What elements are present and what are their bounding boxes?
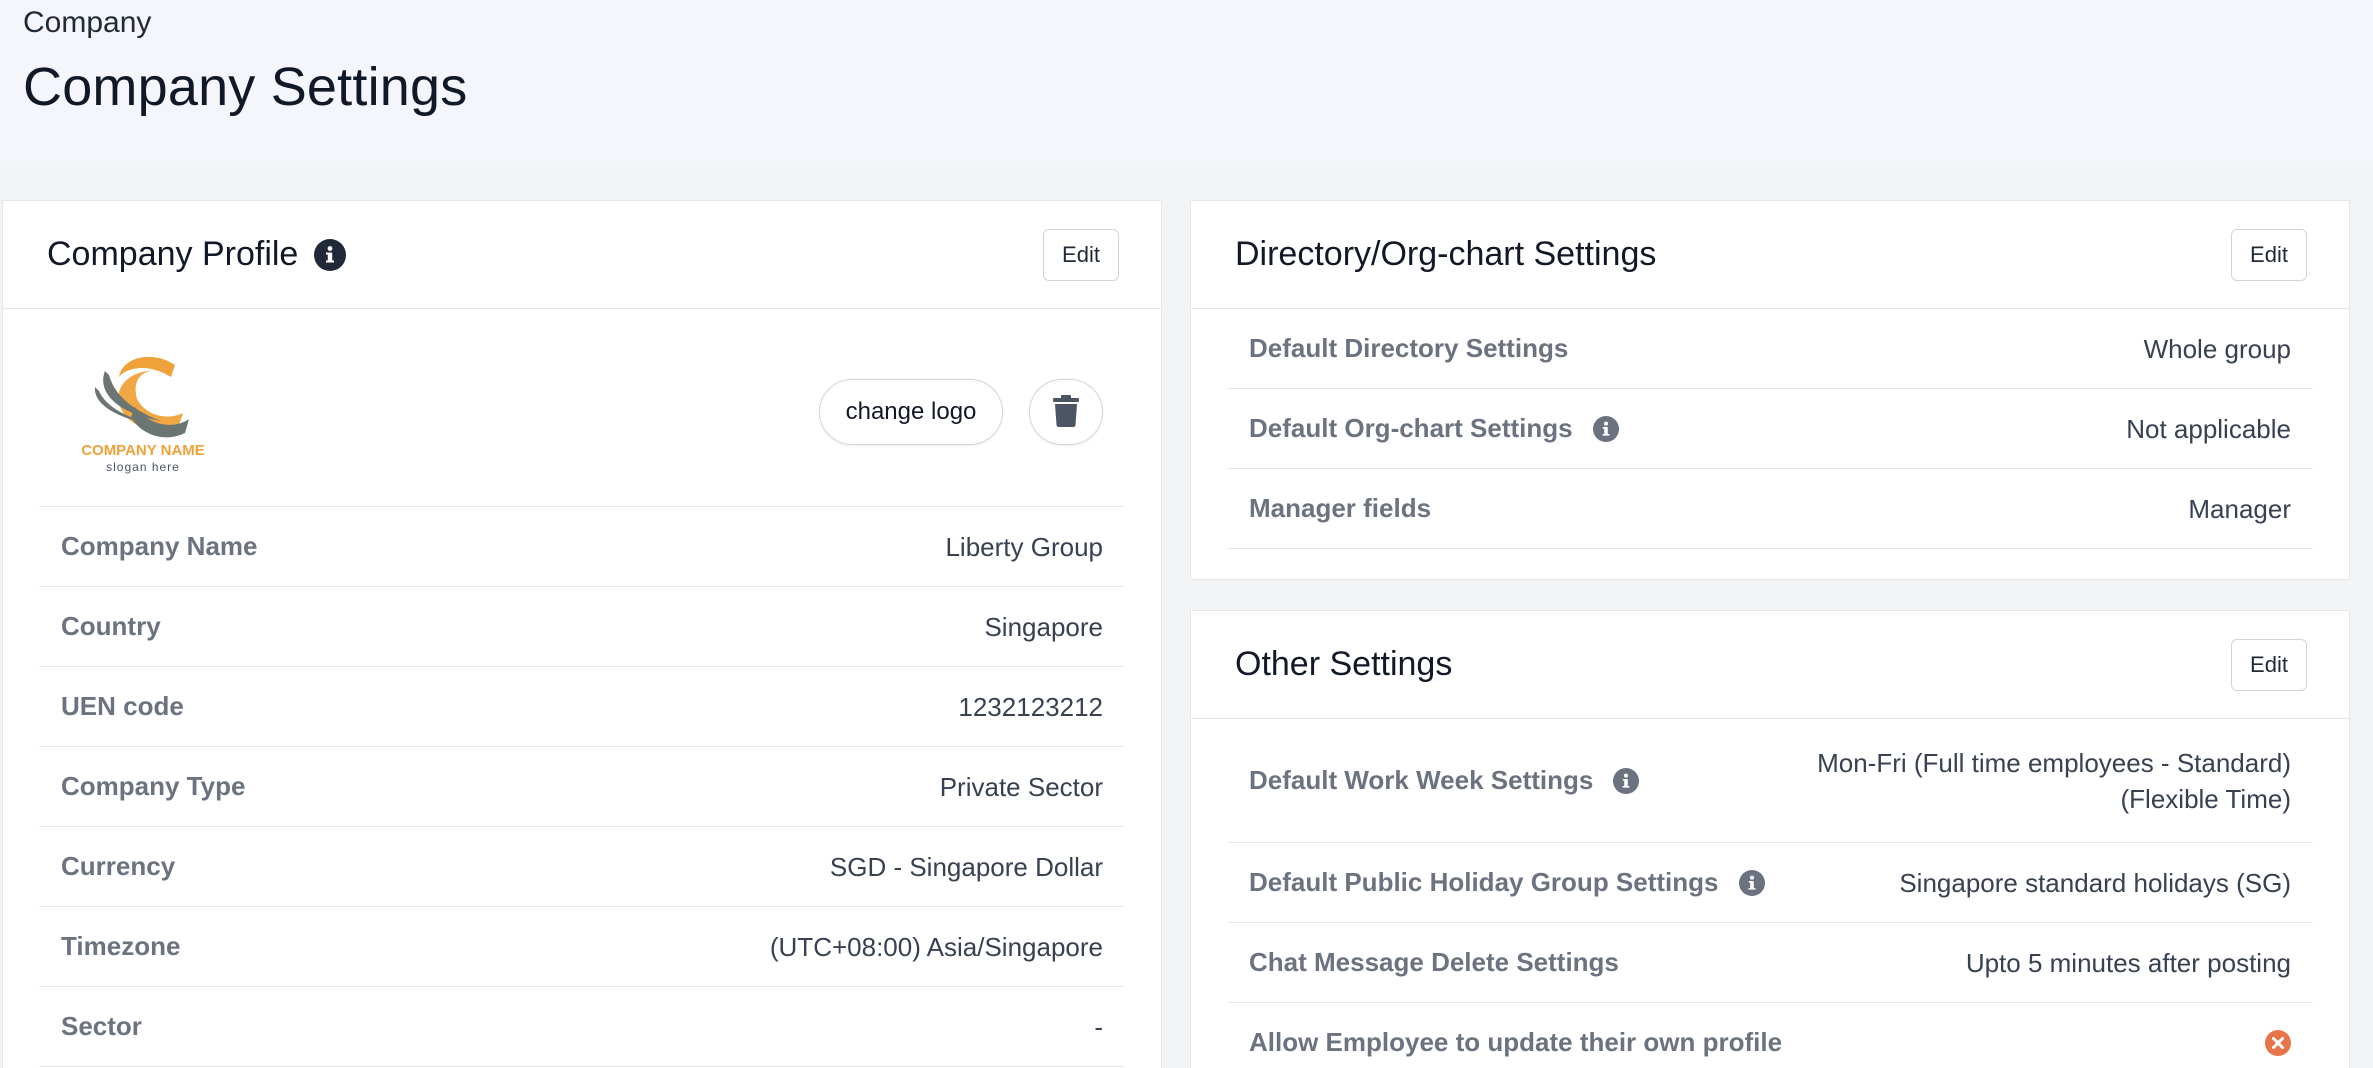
row-label: Chat Message Delete Settings xyxy=(1249,947,1619,977)
row-label: Default Directory Settings xyxy=(1249,333,1569,363)
other-row-work-week: Default Work Week Settings Mon-Fri (Full… xyxy=(1227,719,2313,843)
row-value: Singapore standard holidays (SG) xyxy=(1899,867,2291,898)
page-header: Company Company Settings xyxy=(0,0,2373,162)
directory-row-manager-fields: Manager fields Manager xyxy=(1227,469,2313,549)
row-label-wrap: Default Org-chart Settings xyxy=(1249,413,1619,444)
row-label: UEN code xyxy=(61,691,184,721)
company-logo: COMPANY NAME slogan here xyxy=(75,347,225,477)
row-label: Company Name xyxy=(61,531,258,561)
row-label: Timezone xyxy=(61,931,181,961)
row-label: Default Work Week Settings xyxy=(1249,765,1594,795)
page-title: Company Settings xyxy=(23,57,468,117)
row-label: Default Org-chart Settings xyxy=(1249,413,1573,443)
company-profile-title: Company Profile xyxy=(47,235,347,274)
info-icon[interactable] xyxy=(1613,767,1640,794)
info-icon[interactable] xyxy=(1592,415,1619,442)
edit-directory-button[interactable]: Edit xyxy=(2231,229,2307,281)
profile-row-currency: Currency SGD - Singapore Dollar xyxy=(39,827,1125,907)
row-label-wrap: Default Work Week Settings xyxy=(1249,765,1640,796)
info-icon[interactable] xyxy=(1738,869,1765,896)
row-label: Manager fields xyxy=(1249,493,1432,523)
company-profile-card: Company Profile Edit COMPANY NAME slogan… xyxy=(2,200,1162,1068)
row-value: 1232123212 xyxy=(958,691,1103,722)
directory-settings-header: Directory/Org-chart Settings Edit xyxy=(1191,201,2349,309)
other-settings-header: Other Settings Edit xyxy=(1191,611,2349,719)
other-row-public-holiday: Default Public Holiday Group Settings Si… xyxy=(1227,843,2313,923)
row-value: Private Sector xyxy=(939,771,1103,802)
row-label: Allow Employee to update their own profi… xyxy=(1249,1027,1783,1057)
row-value: Manager xyxy=(2188,493,2291,524)
row-label: Sector xyxy=(61,1011,142,1041)
row-value: Liberty Group xyxy=(945,531,1103,562)
directory-settings-card: Directory/Org-chart Settings Edit Defaul… xyxy=(1190,200,2350,580)
profile-row-country: Country Singapore xyxy=(39,587,1125,667)
profile-row-uen-code: UEN code 1232123212 xyxy=(39,667,1125,747)
row-label: Currency xyxy=(61,851,176,881)
edit-profile-button[interactable]: Edit xyxy=(1043,229,1119,281)
row-value: Upto 5 minutes after posting xyxy=(1965,947,2291,978)
row-label: Default Public Holiday Group Settings xyxy=(1249,867,1719,897)
company-profile-title-text: Company Profile xyxy=(47,235,299,273)
row-value: Not applicable xyxy=(2126,413,2291,444)
profile-row-company-type: Company Type Private Sector xyxy=(39,747,1125,827)
row-label-wrap: Default Public Holiday Group Settings xyxy=(1249,867,1765,898)
row-value: Whole group xyxy=(2143,333,2291,364)
directory-row-default-org-chart: Default Org-chart Settings Not applicabl… xyxy=(1227,389,2313,469)
directory-settings-title: Directory/Org-chart Settings xyxy=(1235,235,1657,273)
logo-company-name: COMPANY NAME xyxy=(81,442,205,459)
trash-icon xyxy=(1053,394,1079,430)
profile-row-company-name: Company Name Liberty Group xyxy=(39,507,1125,587)
row-label: Country xyxy=(61,611,161,641)
logo-slogan: slogan here xyxy=(106,460,180,474)
profile-row-timezone: Timezone (UTC+08:00) Asia/Singapore xyxy=(39,907,1125,987)
row-value: SGD - Singapore Dollar xyxy=(829,851,1103,882)
row-value: Mon-Fri (Full time employees - Standard)… xyxy=(1817,745,2291,817)
edit-other-settings-button[interactable]: Edit xyxy=(2231,639,2307,691)
row-value: - xyxy=(1094,1011,1103,1042)
delete-logo-button[interactable] xyxy=(1029,379,1103,445)
close-circle-icon xyxy=(2265,1029,2291,1056)
profile-row-sector: Sector - xyxy=(39,987,1125,1067)
other-settings-title: Other Settings xyxy=(1235,645,1453,683)
other-row-chat-delete: Chat Message Delete Settings Upto 5 minu… xyxy=(1227,923,2313,1003)
row-value: Singapore xyxy=(984,611,1103,642)
row-value: (UTC+08:00) Asia/Singapore xyxy=(769,931,1103,962)
info-icon[interactable] xyxy=(314,238,347,271)
directory-row-default-directory: Default Directory Settings Whole group xyxy=(1227,309,2313,389)
other-settings-card: Other Settings Edit Default Work Week Se… xyxy=(1190,610,2350,1068)
row-value-line1: Mon-Fri (Full time employees - Standard) xyxy=(1817,747,2291,778)
company-profile-header: Company Profile Edit xyxy=(3,201,1161,309)
breadcrumb[interactable]: Company xyxy=(23,6,151,40)
other-row-employee-update-profile: Allow Employee to update their own profi… xyxy=(1227,1003,2313,1068)
row-label: Company Type xyxy=(61,771,246,801)
change-logo-button[interactable]: change logo xyxy=(819,379,1003,445)
row-value-line2: (Flexible Time) xyxy=(2120,783,2291,814)
logo-section: COMPANY NAME slogan here change logo xyxy=(39,309,1125,507)
